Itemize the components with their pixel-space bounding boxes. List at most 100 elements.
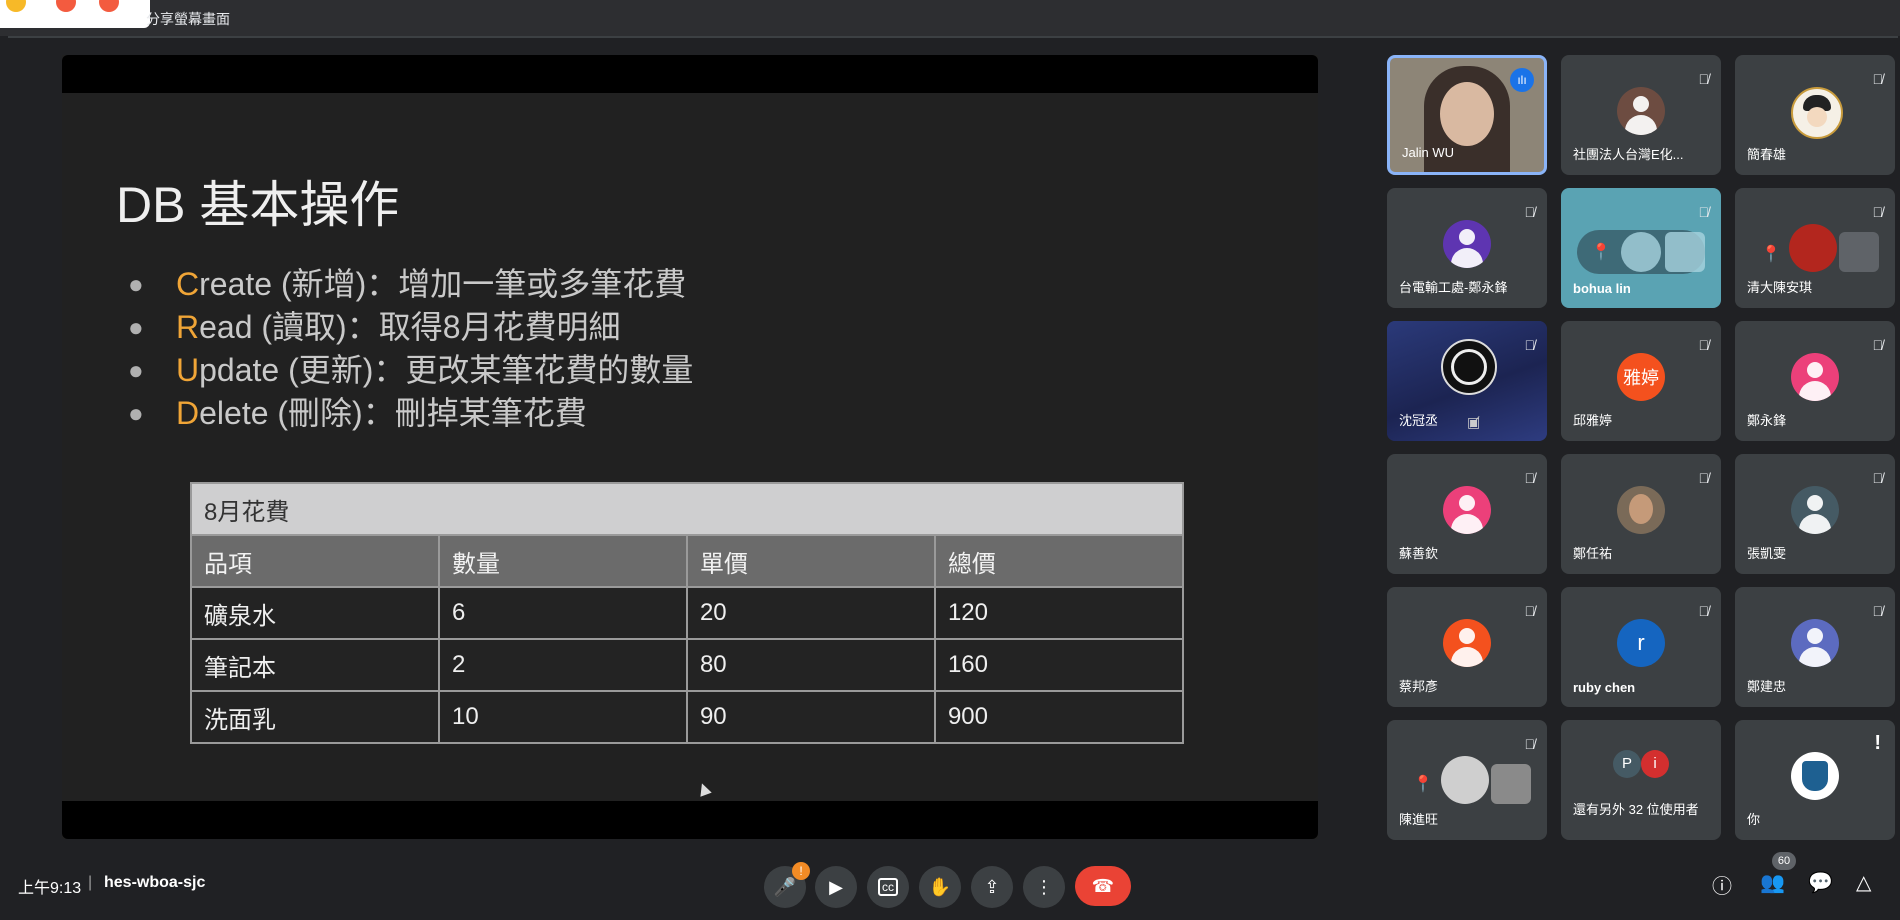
raise-hand-button[interactable]: ✋	[919, 866, 961, 908]
participant-tile[interactable]: P i 還有另外 32 位使用者	[1561, 720, 1721, 840]
participant-tile[interactable]: 🎙̸ 沈冠丞 ▣̸	[1387, 321, 1547, 441]
avatar	[1791, 619, 1839, 667]
participant-name: 清大陳安琪	[1747, 280, 1813, 295]
more-options-icon[interactable]	[1839, 232, 1879, 272]
leave-call-button[interactable]: ☎	[1075, 866, 1131, 906]
mic-off-icon: 🎙̸	[1524, 736, 1536, 752]
participant-tile[interactable]: 🎙̸ 台電輸工處-鄭永鋒	[1387, 188, 1547, 308]
participant-tile[interactable]: 🎙̸ 雅婷 邱雅婷	[1561, 321, 1721, 441]
mic-off-icon: 🎙̸	[1872, 603, 1884, 619]
avatar	[1617, 486, 1665, 534]
avatar: P	[1613, 750, 1641, 778]
participant-name: 還有另外 32 位使用者	[1573, 802, 1699, 817]
participant-name: 蘇善欽	[1399, 546, 1439, 561]
participant-name: 你	[1747, 812, 1761, 827]
activities-icon[interactable]: △	[1856, 870, 1871, 895]
table-cell: 洗面乳	[190, 690, 440, 744]
mic-icon: 🎤	[773, 876, 797, 897]
slide-letterbox-bottom	[62, 801, 1318, 839]
people-icon[interactable]: 👥	[1760, 870, 1785, 895]
participant-tile[interactable]: 🎙̸ 張凱雯	[1735, 454, 1895, 574]
pin-icon[interactable]: 📍	[1413, 774, 1433, 794]
avatar	[1443, 486, 1491, 534]
avatar: i	[1641, 750, 1669, 778]
clock: 上午9:13	[18, 880, 82, 897]
participant-tile[interactable]: 🎙̸ 蔡邦彥	[1387, 587, 1547, 707]
table-cell: 筆記本	[190, 638, 440, 692]
mic-off-icon: 🎙̸	[1524, 204, 1536, 220]
chat-icon[interactable]: 💬	[1808, 870, 1833, 895]
pin-icon[interactable]: 📍	[1761, 244, 1781, 264]
avatar	[1621, 232, 1661, 272]
bullet-delete: ● Delete (刪除)：刪掉某筆花費	[128, 395, 587, 431]
participant-tile[interactable]: 🎙̸ 鄭建忠	[1735, 587, 1895, 707]
participant-tile[interactable]: 🎙̸ 簡春雄	[1735, 55, 1895, 175]
expense-table: 8月花費 品項 數量 單價 總價 礦泉水 6 20 120 筆記本 2 80 1…	[190, 482, 1185, 744]
participant-name: 邱雅婷	[1573, 413, 1613, 428]
column-header: 單價	[685, 534, 936, 588]
hang-up-icon: ☎	[1091, 875, 1115, 896]
mic-button[interactable]: 🎤 !	[764, 862, 810, 908]
participant-name: 沈冠丞	[1399, 413, 1439, 428]
mic-off-icon: 🎙̸	[1872, 470, 1884, 486]
bullet-text: pdate (更新)：更改某筆花費的數量	[199, 352, 694, 388]
bullet-text: elete (刪除)：刪掉某筆花費	[199, 395, 587, 431]
mic-off-icon: 🎙̸	[1524, 603, 1536, 619]
mic-off-icon: 🎙̸	[1698, 204, 1710, 220]
participant-tile[interactable]: 🎙̸ 鄭永鋒	[1735, 321, 1895, 441]
shared-slide: DB 基本操作 ● Create (新增)：增加一筆或多筆花費 ● Read (讀取…	[62, 55, 1318, 839]
alert-icon[interactable]: !	[1874, 732, 1881, 755]
participant-tile[interactable]: ! 你	[1735, 720, 1895, 840]
window-controls	[0, 0, 150, 28]
slide-title: DB 基本操作	[116, 177, 400, 233]
column-header: 品項	[190, 534, 440, 588]
table-cell: 120	[933, 586, 1185, 640]
mic-off-icon: 🎙̸	[1524, 470, 1536, 486]
hand-icon: ✋	[928, 876, 952, 897]
mic-off-icon: 🎙̸	[1698, 603, 1710, 619]
more-vert-icon: ⋮	[1035, 876, 1053, 897]
mic-off-icon: 🎙̸	[1698, 71, 1710, 87]
avatar	[1791, 87, 1843, 139]
mic-off-icon: 🎙̸	[1698, 470, 1710, 486]
participant-name: 社團法人台灣E化...	[1573, 147, 1684, 162]
mic-off-icon: 🎙̸	[1872, 71, 1884, 87]
participant-name: 張凱雯	[1747, 546, 1787, 561]
pin-icon[interactable]: 📍	[1591, 242, 1611, 262]
more-options-icon[interactable]	[1491, 764, 1531, 804]
slide-letterbox-top	[62, 55, 1318, 93]
window-dot-orange[interactable]	[99, 0, 119, 12]
participant-name: ruby chen	[1573, 680, 1636, 695]
mic-off-icon: 🎙̸	[1872, 204, 1884, 220]
captions-button[interactable]: cc	[867, 866, 909, 908]
participant-tile[interactable]: 🎙̸ 社團法人台灣E化...	[1561, 55, 1721, 175]
mic-off-icon: 🎙̸	[1524, 337, 1536, 353]
participant-name: 陳進旺	[1399, 812, 1439, 827]
more-options-button[interactable]: ⋮	[1023, 866, 1065, 908]
window-dot-yellow[interactable]	[6, 0, 26, 12]
more-options-icon[interactable]	[1665, 232, 1705, 272]
participant-name: 鄭任祐	[1573, 546, 1613, 561]
participant-tile[interactable]: 🎙̸ 蘇善欽	[1387, 454, 1547, 574]
separator: |	[88, 874, 93, 891]
table-cell: 160	[933, 638, 1185, 692]
avatar	[1443, 220, 1491, 268]
table-cell: 2	[437, 638, 688, 692]
bullet-text: ead (讀取)：取得8月花費明細	[199, 309, 621, 345]
bottom-bar: 上午9:13 | hes-wboa-sjc 🎤 ! ▶ cc ✋ ⇪ ⋮ ☎ ⓘ…	[0, 850, 1900, 920]
participant-tile[interactable]: 🎙̸ 鄭任祐	[1561, 454, 1721, 574]
participant-tile[interactable]: 🎙̸ 📍 清大陳安琪	[1735, 188, 1895, 308]
camera-button[interactable]: ▶	[815, 866, 857, 908]
participant-tile[interactable]: ılı Jalin WU	[1387, 55, 1547, 175]
window-dot-red[interactable]	[56, 0, 76, 12]
participant-tile[interactable]: 🎙̸ 📍 陳進旺	[1387, 720, 1547, 840]
participant-name: bohua lin	[1573, 281, 1631, 296]
bullet-letter: D	[176, 395, 200, 431]
column-header: 數量	[437, 534, 688, 588]
participant-tile[interactable]: 🎙̸ 📍 bohua lin	[1561, 188, 1721, 308]
bullet-letter: U	[176, 352, 200, 388]
participant-tile[interactable]: 🎙̸ r ruby chen	[1561, 587, 1721, 707]
mic-warning-badge: !	[792, 862, 810, 880]
present-button[interactable]: ⇪	[971, 866, 1013, 908]
info-icon[interactable]: ⓘ	[1712, 870, 1732, 899]
